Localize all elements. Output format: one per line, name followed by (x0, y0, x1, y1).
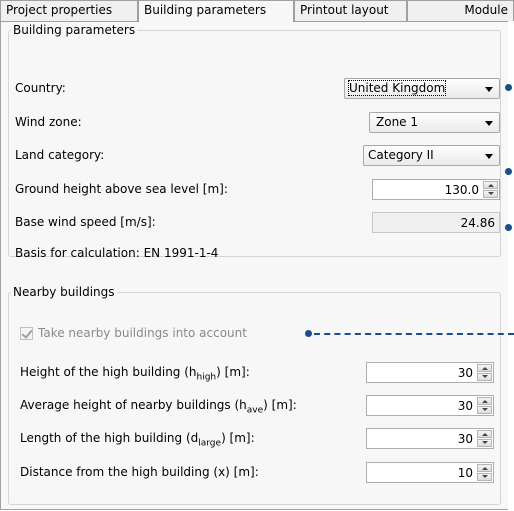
country-select[interactable]: United Kingdom (344, 78, 500, 99)
tab-module[interactable]: Module (407, 0, 514, 21)
base-wind-speed-label: Base wind speed [m/s]: (15, 215, 156, 229)
tab-bar: Project properties Building parameters P… (0, 0, 514, 22)
spin-up-button[interactable] (477, 430, 492, 438)
height-high-label: Height of the high building (hhigh) [m]: (20, 365, 250, 383)
tab-project-properties[interactable]: Project properties (0, 0, 138, 21)
tab-panel: Building parameters Country: United King… (0, 21, 508, 510)
spin-down-button[interactable] (477, 373, 492, 381)
distance-value: 10 (457, 466, 473, 480)
avg-height-spinner[interactable]: 30 (366, 395, 494, 416)
avg-height-value: 30 (457, 399, 473, 413)
wind-zone-label: Wind zone: (15, 115, 82, 129)
ground-height-spinner[interactable]: 130.0 (372, 179, 500, 200)
chevron-down-icon (485, 154, 493, 159)
wind-zone-value: Zone 1 (376, 115, 418, 129)
land-category-label: Land category: (15, 148, 105, 162)
tab-printout-layout[interactable]: Printout layout (294, 0, 407, 21)
callout-dot (505, 224, 512, 231)
spin-down-button[interactable] (477, 473, 492, 481)
base-wind-speed-field: 24.86 (372, 212, 500, 233)
building-parameters-title: Building parameters (11, 23, 138, 37)
wind-zone-select[interactable]: Zone 1 (369, 112, 500, 133)
base-wind-speed-value: 24.86 (460, 216, 495, 230)
chevron-down-icon (485, 121, 493, 126)
height-high-spinner[interactable]: 30 (366, 362, 494, 383)
distance-label: Distance from the high building (x) [m]: (20, 465, 259, 479)
land-category-value: Category II (368, 148, 434, 162)
spin-down-button[interactable] (477, 406, 492, 414)
distance-spinner[interactable]: 10 (366, 462, 494, 483)
ground-height-value: 130.0 (444, 183, 479, 197)
take-nearby-label: Take nearby buildings into account (38, 326, 247, 340)
tab-building-parameters[interactable]: Building parameters (138, 0, 294, 22)
spin-down-button[interactable] (477, 439, 492, 447)
spin-up-button[interactable] (477, 464, 492, 472)
country-value: United Kingdom (347, 80, 447, 96)
callout-dot (305, 330, 312, 337)
spin-down-button[interactable] (483, 190, 498, 198)
ground-height-label: Ground height above sea level [m]: (15, 182, 228, 196)
callout-dot (505, 168, 512, 175)
avg-height-label: Average height of nearby buildings (have… (20, 398, 297, 416)
spin-up-button[interactable] (477, 364, 492, 372)
chevron-down-icon (485, 87, 493, 92)
spin-up-button[interactable] (477, 397, 492, 405)
take-nearby-checkbox[interactable] (20, 327, 33, 340)
height-high-value: 30 (457, 366, 473, 380)
callout-dot (505, 84, 512, 91)
callout-line (314, 333, 514, 335)
basis-text: Basis for calculation: EN 1991-1-4 (15, 246, 219, 260)
length-high-spinner[interactable]: 30 (366, 428, 494, 449)
spin-up-button[interactable] (483, 181, 498, 189)
length-high-label: Length of the high building (dlarge) [m]… (20, 431, 255, 449)
land-category-select[interactable]: Category II (363, 145, 500, 166)
nearby-buildings-title: Nearby buildings (11, 285, 117, 299)
length-high-value: 30 (457, 432, 473, 446)
country-label: Country: (15, 81, 66, 95)
